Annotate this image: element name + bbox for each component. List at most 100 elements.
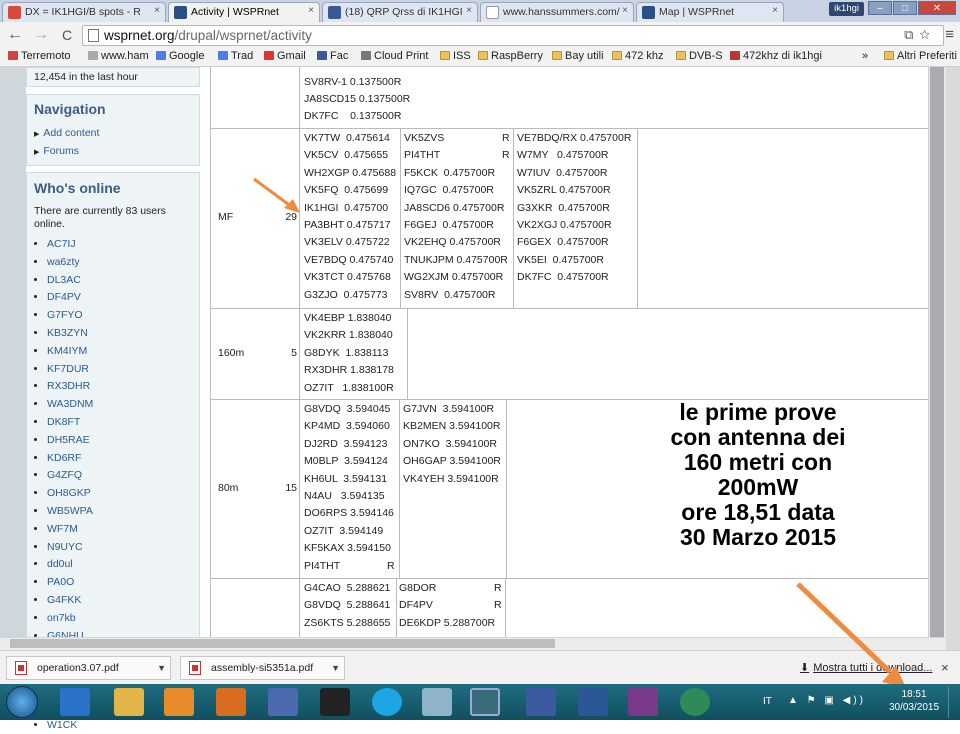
bookmark-trad[interactable]: Trad — [218, 50, 253, 62]
close-tab-icon[interactable]: × — [154, 5, 160, 16]
spot-suffix: R — [387, 559, 395, 572]
online-user-link[interactable]: N9UYC — [47, 541, 83, 553]
online-user-link[interactable]: DL3AC — [47, 274, 81, 286]
annotation-text: le prime prove con antenna dei 160 metri… — [670, 399, 846, 550]
tab-favicon-icon — [8, 6, 21, 19]
nav-item-add-content[interactable]: ▶ Add content — [34, 125, 192, 143]
online-count-text: There are currently 83 users online. — [34, 205, 166, 230]
tab-dx-spots[interactable]: DX = IK1HGI/B spots - R × — [2, 2, 166, 22]
band-count-160m: 5 — [291, 347, 297, 359]
row-divider — [210, 128, 928, 129]
spot-row: DK7FC 0.137500R — [304, 110, 402, 122]
online-user-link[interactable]: WF7M — [47, 523, 78, 535]
close-tab-icon[interactable]: × — [466, 5, 472, 16]
clock-arrow-icon — [796, 582, 906, 688]
bookmark-google[interactable]: Google — [156, 50, 204, 62]
online-user-link[interactable]: KB3ZYN — [47, 327, 88, 339]
online-user-link[interactable]: KM4IYM — [47, 345, 87, 357]
app-burst-icon[interactable] — [320, 688, 350, 716]
bookmark-cloud-print[interactable]: Cloud Print — [361, 50, 428, 62]
reload-icon[interactable]: C — [58, 25, 76, 45]
skype-icon[interactable] — [372, 688, 402, 716]
spot-row: G7JVN 3.594100R — [403, 403, 495, 415]
horizontal-scroll-thumb[interactable] — [10, 639, 555, 648]
tab-activity-wsprnet[interactable]: Activity | WSPRnet × — [168, 2, 320, 22]
col-divider — [399, 400, 400, 578]
online-user-link[interactable]: wa6zty — [47, 256, 80, 268]
bookmark-472khz-ik1hgi[interactable]: 472khz di ik1hgi — [730, 50, 822, 62]
bookmark-www-ham[interactable]: www.ham — [88, 50, 149, 62]
online-user-link[interactable]: DF4PV — [47, 291, 81, 303]
bookmark-fac[interactable]: Fac — [317, 50, 348, 62]
language-indicator[interactable]: IT — [763, 696, 772, 707]
media-player-icon[interactable] — [164, 688, 194, 716]
online-user-link[interactable]: WA3DNM — [47, 398, 93, 410]
chevron-down-icon[interactable]: ▼ — [331, 657, 340, 679]
online-user-link[interactable]: WB5WPA — [47, 505, 93, 517]
menu-icon[interactable]: ≡ — [945, 26, 954, 43]
tab-qrp-qrss[interactable]: (18) QRP Qrss di IK1HGI × — [322, 2, 478, 22]
online-user-link[interactable]: DH5RAE — [47, 434, 90, 446]
online-user-link[interactable]: PA0O — [47, 576, 74, 588]
online-user-item: DL3AC — [47, 272, 192, 290]
app-pen-icon[interactable] — [422, 688, 452, 716]
bookmark-gmail[interactable]: Gmail — [264, 50, 306, 62]
app-purple-icon[interactable] — [628, 688, 658, 716]
bookmark-folder-bay-utili[interactable]: Bay utili — [552, 50, 604, 62]
chevron-down-icon[interactable]: ▼ — [157, 657, 166, 679]
close-window-icon[interactable]: ✕ — [918, 1, 956, 15]
bookmark-folder-iss[interactable]: ISS — [440, 50, 471, 62]
online-user-link[interactable]: DK8FT — [47, 416, 80, 428]
bookmark-folder-dvb-s[interactable]: DVB-S — [676, 50, 723, 62]
online-user-link[interactable]: G4FKK — [47, 594, 81, 606]
bookmark-folder-raspberry[interactable]: RaspBerry — [478, 50, 543, 62]
online-user-link[interactable]: dd0ul — [47, 558, 73, 570]
online-user-link[interactable]: KD6RF — [47, 452, 81, 464]
close-tab-icon[interactable]: × — [772, 5, 778, 16]
minimize-icon[interactable]: – — [868, 1, 892, 15]
tab-map-wsprnet[interactable]: Map | WSPRnet × — [636, 2, 784, 22]
spot-row: JA8SCD6 0.475700R — [404, 201, 505, 214]
online-user-link[interactable]: on7kb — [47, 612, 76, 624]
bookmark-folder-472khz[interactable]: 472 khz — [612, 50, 664, 62]
show-desktop-button[interactable] — [948, 686, 958, 718]
sstv-icon[interactable] — [268, 688, 298, 716]
bookmarks-overflow-icon[interactable]: » — [862, 50, 868, 62]
online-user-link[interactable]: G4ZFQ — [47, 469, 82, 481]
explorer-icon[interactable] — [114, 688, 144, 716]
online-user-link[interactable]: OH8GKP — [47, 487, 91, 499]
download-item-assembly[interactable]: assembly-si5351a.pdf ▼ — [180, 656, 345, 680]
maximize-icon[interactable]: □ — [893, 1, 917, 15]
globe-icon[interactable] — [680, 688, 710, 716]
online-user-item: G4FKK — [47, 592, 192, 610]
back-arrow-icon[interactable]: ← — [6, 25, 24, 45]
chrome-icon[interactable] — [470, 688, 500, 716]
word-icon[interactable] — [578, 688, 608, 716]
online-user-link[interactable]: RX3DHR — [47, 380, 90, 392]
save-disk-icon[interactable] — [526, 688, 556, 716]
bookmark-folder-other[interactable]: Altri Preferiti — [884, 50, 957, 62]
close-tab-icon[interactable]: × — [308, 5, 314, 16]
start-button-icon[interactable] — [6, 686, 38, 718]
spot-row: IQ7GC 0.475700R — [404, 184, 494, 197]
online-user-link[interactable]: KF7DUR — [47, 363, 89, 375]
close-tab-icon[interactable]: × — [622, 5, 628, 16]
download-item-operation[interactable]: operation3.07.pdf ▼ — [6, 656, 171, 680]
system-tray-icon[interactable]: ▲ ⚑ ▣ ◀)) — [788, 695, 866, 706]
user-badge[interactable]: ik1hgi — [829, 2, 864, 16]
bookmark-terremoto[interactable]: Terremoto — [8, 50, 71, 62]
tab-hanssummers[interactable]: www.hanssummers.com/× — [480, 2, 634, 22]
forward-arrow-icon[interactable]: → — [32, 25, 50, 45]
online-user-link[interactable]: AC7IJ — [47, 238, 76, 250]
bookmark-star-icon[interactable]: ⧉☆ — [904, 27, 936, 43]
taskbar-clock[interactable]: 18:51 30/03/2015 — [884, 688, 944, 714]
spot-row: F6GEJ 0.475700R — [404, 219, 494, 231]
vertical-scroll-thumb[interactable] — [930, 67, 944, 637]
online-user-link[interactable]: W1CK — [47, 719, 77, 731]
url-text[interactable]: wsprnet.org/drupal/wsprnet/activity — [104, 26, 312, 45]
firefox-icon[interactable] — [216, 688, 246, 716]
ie-icon[interactable] — [60, 688, 90, 716]
close-downloads-icon[interactable]: × — [941, 660, 949, 675]
online-user-link[interactable]: G7FYO — [47, 309, 83, 321]
nav-item-forums[interactable]: ▶ Forums — [34, 143, 192, 161]
